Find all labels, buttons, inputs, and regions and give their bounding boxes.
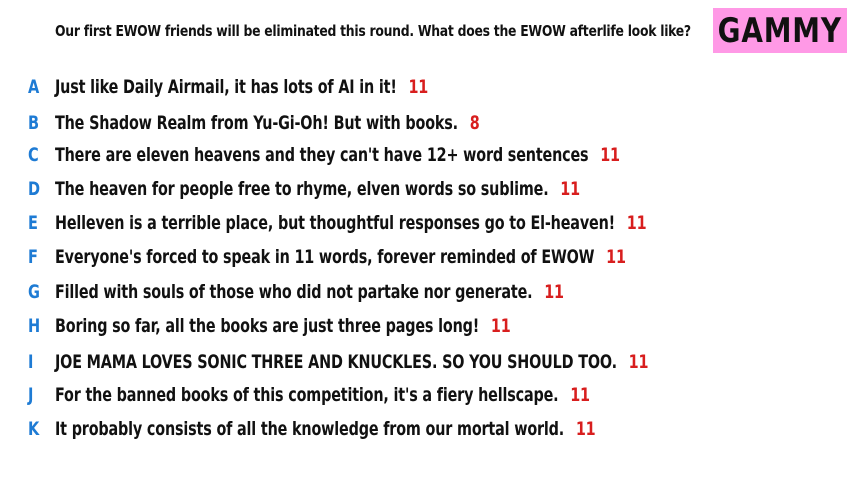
response-row: E Helleven is a terrible place, but thou… — [0, 209, 853, 237]
response-content: It probably consists of all the knowledg… — [55, 418, 596, 440]
word-count: 11 — [600, 144, 620, 166]
response-content: Helleven is a terrible place, but though… — [55, 212, 647, 234]
response-letter: H — [28, 315, 41, 337]
word-count: 11 — [626, 212, 647, 234]
word-count: 11 — [560, 178, 580, 200]
name-badge-label: GAMMY — [717, 10, 843, 51]
response-text: Helleven is a terrible place, but though… — [55, 212, 616, 234]
response-content: For the banned books of this competition… — [55, 384, 590, 406]
response-text: For the banned books of this competition… — [55, 384, 559, 406]
response-content: There are eleven heavens and they can't … — [55, 144, 620, 166]
response-content: JOE MAMA LOVES SONIC THREE AND KNUCKLES.… — [55, 351, 648, 373]
response-letter: J — [28, 384, 34, 406]
response-row: C There are eleven heavens and they can'… — [0, 141, 853, 169]
word-count: 11 — [606, 246, 626, 268]
response-letter: I — [28, 351, 34, 373]
response-content: Boring so far, all the books are just th… — [55, 315, 511, 337]
response-row: F Everyone's forced to speak in 11 words… — [0, 243, 853, 271]
response-content: Everyone's forced to speak in 11 words, … — [55, 246, 626, 268]
response-letter: B — [28, 112, 40, 134]
response-letter: D — [28, 178, 41, 200]
response-row: K It probably consists of all the knowle… — [0, 415, 853, 443]
response-text: JOE MAMA LOVES SONIC THREE AND KNUCKLES.… — [55, 351, 617, 373]
response-row: A Just like Daily Airmail, it has lots o… — [0, 73, 853, 101]
response-row: B The Shadow Realm from Yu-Gi-Oh! But wi… — [0, 109, 853, 137]
word-count: 11 — [408, 76, 429, 98]
response-text: It probably consists of all the knowledg… — [55, 418, 565, 440]
response-text: Filled with souls of those who did not p… — [55, 281, 533, 303]
word-count: 11 — [628, 351, 649, 373]
response-row: I JOE MAMA LOVES SONIC THREE AND KNUCKLE… — [0, 348, 853, 376]
response-letter: E — [28, 212, 38, 234]
response-content: The heaven for people free to rhyme, elv… — [55, 178, 580, 200]
response-letter: C — [28, 144, 39, 166]
response-row: G Filled with souls of those who did not… — [0, 278, 853, 306]
response-text: Just like Daily Airmail, it has lots of … — [55, 76, 397, 98]
response-text: Boring so far, all the books are just th… — [55, 315, 480, 337]
response-content: The Shadow Realm from Yu-Gi-Oh! But with… — [55, 112, 480, 134]
word-count: 11 — [490, 315, 511, 337]
word-count: 11 — [544, 281, 564, 303]
name-badge: GAMMY — [713, 8, 847, 53]
response-text: The Shadow Realm from Yu-Gi-Oh! But with… — [55, 112, 458, 134]
response-letter: K — [28, 418, 40, 440]
response-row: H Boring so far, all the books are just … — [0, 312, 853, 340]
response-text: Everyone's forced to speak in 11 words, … — [55, 246, 595, 268]
response-letter: F — [28, 246, 38, 268]
response-content: Filled with souls of those who did not p… — [55, 281, 564, 303]
response-text: The heaven for people free to rhyme, elv… — [55, 178, 549, 200]
response-letter: A — [28, 76, 40, 98]
word-count: 8 — [469, 112, 480, 134]
response-row: D The heaven for people free to rhyme, e… — [0, 175, 853, 203]
response-letter: G — [28, 281, 40, 303]
response-text: There are eleven heavens and they can't … — [55, 144, 589, 166]
word-count: 11 — [575, 418, 596, 440]
response-content: Just like Daily Airmail, it has lots of … — [55, 76, 428, 98]
prompt-text: Our first EWOW friends will be eliminate… — [55, 22, 691, 40]
word-count: 11 — [570, 384, 590, 406]
response-row: J For the banned books of this competiti… — [0, 381, 853, 409]
